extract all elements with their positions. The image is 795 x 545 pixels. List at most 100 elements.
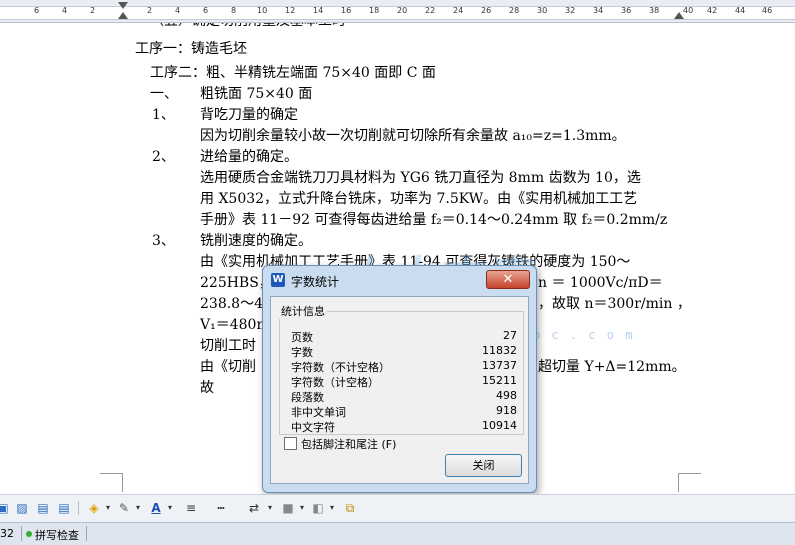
stat-row-chinese-chars: 中文字符 10914 (291, 419, 517, 434)
ruler-tick-label: 22 (425, 6, 436, 15)
stat-label: 页数 (291, 331, 313, 344)
dialog-titlebar[interactable]: W 字数统计 ✕ (263, 266, 536, 294)
left-indent-marker[interactable] (118, 12, 128, 19)
doc-line-partial: 切削工时 (200, 338, 256, 354)
shadow-icon[interactable]: ■ (280, 500, 296, 516)
ruler-tick-label: 18 (369, 6, 380, 15)
status-separator (86, 526, 87, 541)
ruler-tick-label: 12 (285, 6, 296, 15)
ruler-tick-label: 10 (257, 6, 268, 15)
ruler-tick-label: 4 (62, 6, 68, 15)
doc-line: 工序二：粗、半精铣左端面 75×40 面即 C 面 (150, 65, 436, 81)
ruler-tick-label: 6 (34, 6, 40, 15)
3d-style-icon[interactable]: ◧ (310, 500, 326, 516)
spell-check-toggle[interactable]: 拼写检查 (35, 527, 79, 543)
ruler-tick-label: 32 (565, 6, 576, 15)
stat-label: 字符数（计空格） (291, 376, 379, 389)
chevron-down-icon[interactable]: ▾ (266, 500, 274, 516)
line-color-icon[interactable]: ✎ (116, 500, 132, 516)
ruler-tick-label: 24 (453, 6, 464, 15)
doc-line: 工序一：铸造毛坯 (135, 41, 247, 57)
first-line-indent-marker[interactable] (118, 2, 128, 9)
doc-list-marker: 1、 (152, 107, 175, 123)
dialog-body: 统计信息 页数 27 字数 11832 字符数（不计空格） 13737 字符数（… (270, 296, 529, 484)
page-number: 32 (0, 527, 14, 540)
ruler-tick-label: 42 (707, 6, 718, 15)
stat-value: 27 (503, 329, 517, 342)
statistics-group-label: 统计信息 (279, 303, 327, 319)
ruler-tick-label: 2 (147, 6, 153, 15)
insert-textbox-icon[interactable]: ▤ (35, 500, 51, 516)
stat-row-words: 字数 11832 (291, 344, 517, 359)
doc-heading-partial: （五）确定切削用量及基本工时 (150, 23, 346, 31)
ruler-tick-label: 2 (90, 6, 96, 15)
select-objects-icon[interactable]: ⧉ (342, 500, 358, 516)
toolbar-separator (78, 501, 79, 515)
stat-value: 498 (496, 389, 517, 402)
word-count-dialog[interactable]: W 字数统计 ✕ 统计信息 页数 27 字数 11832 字符数（不计空格） 1… (262, 265, 537, 493)
ruler-tick-label: 28 (509, 6, 520, 15)
stat-row-pages: 页数 27 (291, 329, 517, 344)
doc-line: 故 (200, 380, 214, 396)
insert-image-icon[interactable]: ▨ (14, 500, 30, 516)
stat-value: 15211 (482, 374, 517, 387)
stat-value: 918 (496, 404, 517, 417)
dialog-title: 字数统计 (291, 275, 340, 289)
ruler-tick-label: 16 (341, 6, 352, 15)
include-footnotes-label[interactable]: 包括脚注和尾注 (F) (301, 436, 396, 452)
stat-row-chars-with-spaces: 字符数（计空格） 15211 (291, 374, 517, 389)
insert-picture-icon[interactable]: ▣ (0, 500, 10, 516)
stat-value: 13737 (482, 359, 517, 372)
doc-line-partial: ，故取 n＝300r/min ， (538, 296, 691, 312)
stat-row-paragraphs: 段落数 498 (291, 389, 517, 404)
doc-line-partial: 238.8～4 (200, 296, 263, 312)
crop-mark-bottom-right (678, 473, 701, 492)
arrow-style-icon[interactable]: ⇄ (245, 500, 263, 516)
chevron-down-icon[interactable]: ▾ (298, 500, 306, 516)
include-footnotes-checkbox[interactable] (284, 437, 297, 450)
doc-line: 背吃刀量的确定 (200, 107, 298, 123)
stat-label: 段落数 (291, 391, 324, 404)
doc-line: 选用硬质合金端铣刀刀具材料为 YG6 铣刀直径为 8mm 齿数为 10，选 (200, 170, 641, 186)
ruler-tick-label: 20 (397, 6, 408, 15)
doc-line-partial: 超切量 Y+Δ=12mm。 (538, 359, 686, 375)
spell-check-status-icon (26, 531, 32, 537)
line-style-icon[interactable]: ≡ (182, 500, 200, 516)
ruler-tick-label: 46 (762, 6, 773, 15)
horizontal-ruler[interactable]: 6 4 2 2 4 6 8 10 12 14 16 18 20 22 24 26… (0, 0, 795, 23)
ruler-tick-label: 30 (537, 6, 548, 15)
doc-line-partial: V₁＝480m (200, 317, 270, 333)
chevron-down-icon[interactable]: ▾ (104, 500, 112, 516)
doc-line: 用 X5032，立式升降台铣床，功率为 7.5KW。由《实用机械加工工艺 (200, 191, 638, 207)
stat-label: 非中文单词 (291, 406, 346, 419)
dash-style-icon[interactable]: ┅ (212, 500, 230, 516)
doc-list-marker: 一、 (150, 86, 178, 102)
ruler-tick-label: 38 (649, 6, 660, 15)
ruler-tick-label: 26 (481, 6, 492, 15)
font-color-icon[interactable]: A (148, 500, 164, 516)
stat-value: 10914 (482, 419, 517, 432)
stat-label: 字数 (291, 346, 313, 359)
chevron-down-icon[interactable]: ▾ (166, 500, 174, 516)
ruler-tick-label: 14 (313, 6, 324, 15)
chevron-down-icon[interactable]: ▾ (134, 500, 142, 516)
insert-textbox-icon[interactable]: ▤ (56, 500, 72, 516)
drawing-toolbar: ▣ ▨ ▤ ▤ ◈ ▾ ✎ ▾ A ▾ ≡ ┅ ⇄ ▾ ■ ▾ ◧ ▾ ⧉ (0, 494, 795, 522)
fill-color-icon[interactable]: ◈ (86, 500, 102, 516)
stat-row-non-chinese-words: 非中文单词 918 (291, 404, 517, 419)
status-bar: 32 拼写检查 (0, 522, 795, 545)
status-separator (21, 526, 22, 541)
stat-label: 中文字符 (291, 421, 335, 434)
ruler-tick-label: 8 (231, 6, 237, 15)
stat-row-chars-no-spaces: 字符数（不计空格） 13737 (291, 359, 517, 374)
close-icon[interactable]: ✕ (486, 270, 530, 289)
stat-label: 字符数（不计空格） (291, 361, 390, 374)
doc-line: 铣削速度的确定。 (200, 233, 312, 249)
chevron-down-icon[interactable]: ▾ (328, 500, 336, 516)
close-button[interactable]: 关闭 (445, 454, 522, 477)
ruler-tick-label: 44 (735, 6, 746, 15)
stat-value: 11832 (482, 344, 517, 357)
doc-line: 粗铣面 75×40 面 (200, 86, 313, 102)
doc-line-partial: n ＝ 1000Vc/πD＝ (538, 275, 663, 291)
ruler-tick-label: 34 (593, 6, 604, 15)
